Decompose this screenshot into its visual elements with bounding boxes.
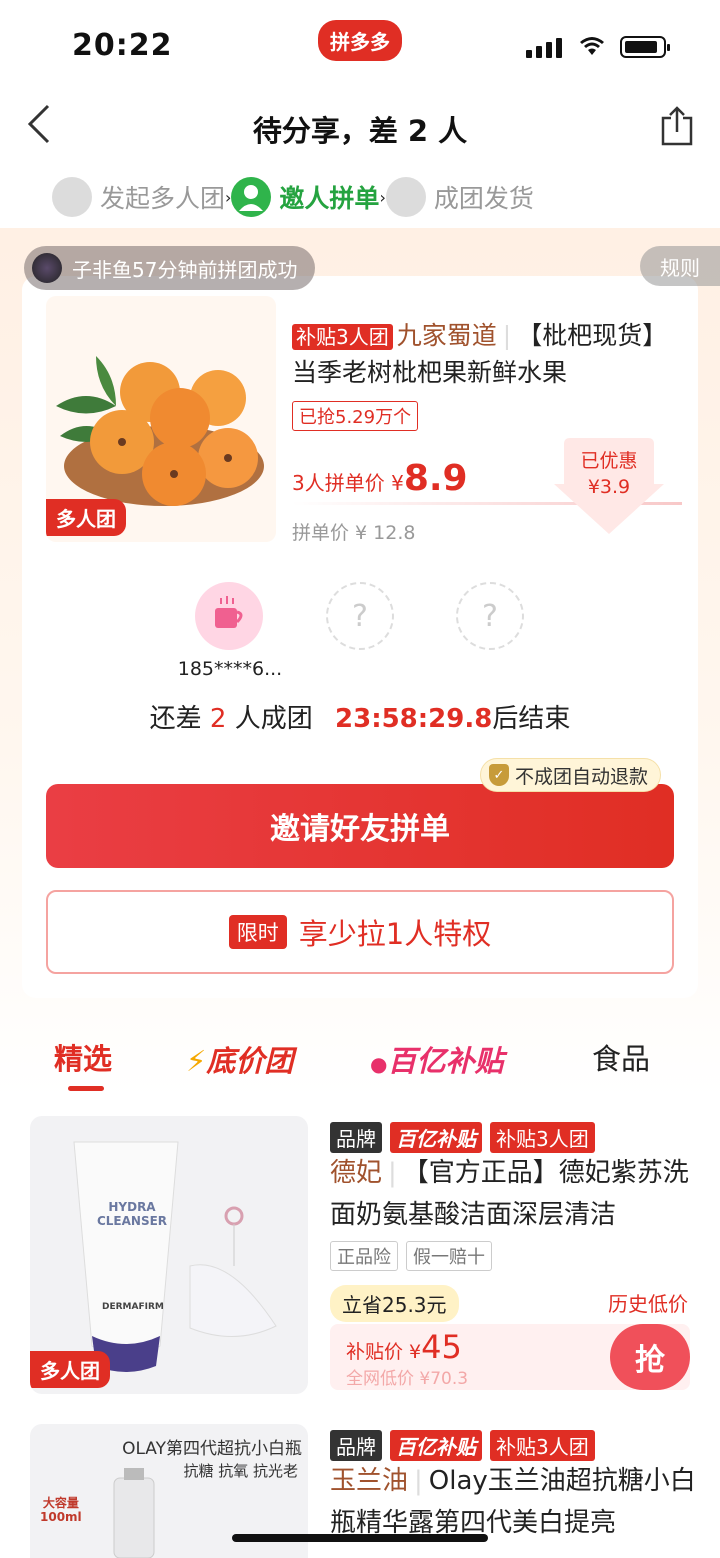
subsidy-tag: 百亿补贴 (390, 1122, 482, 1153)
saved-label: 已优惠 (580, 450, 638, 472)
privilege-button[interactable]: 限时 享少拉1人特权 (46, 890, 674, 974)
tab-featured[interactable]: 精选 (54, 1036, 112, 1078)
tab-label: 底价团 (206, 1044, 294, 1078)
item-badges: 正品险 假一赔十 (330, 1241, 492, 1271)
product-title[interactable]: 补贴3人团 九家蜀道 | 【枇杷现货】当季老树枇杷果新鲜水果 (292, 318, 672, 391)
tab-subsidy[interactable]: ●百亿补贴 (370, 1038, 503, 1080)
top-nav: 待分享，差 2 人 (0, 96, 720, 162)
remain-end: 后结束 (492, 704, 571, 734)
image-text: DERMAFIRM (102, 1302, 164, 1312)
tab-floor-price[interactable]: ⚡底价团 (186, 1038, 293, 1080)
share-icon (661, 106, 693, 146)
status-bar: 20:22 拼多多 (0, 0, 720, 90)
item-brand: 德妃 (330, 1158, 383, 1188)
subsidy-tag: 百亿补贴 (390, 1430, 482, 1461)
member-name: 185****6... (177, 658, 283, 680)
step-label: 邀人拼单 (279, 184, 380, 213)
share-button[interactable] (660, 106, 694, 146)
group-price-label: 3人拼单价 ¥ (292, 471, 404, 495)
step-ship: 成团发货 (385, 177, 534, 217)
group-tag: 补贴3人团 (490, 1122, 595, 1153)
remain-status: 还差 2 人成团 23:58:29.8后结束 (0, 698, 720, 735)
image-text: HYDRA (108, 1200, 156, 1214)
category-tabs: 精选 ⚡底价团 ●百亿补贴 食品 (0, 1028, 720, 1092)
brand-tag: 品牌 (330, 1122, 382, 1153)
group-price: 3人拼单价 ¥8.9 (292, 458, 468, 499)
tab-food[interactable]: 食品 (592, 1036, 650, 1078)
item-title[interactable]: 玉兰油 | Olay玉兰油超抗糖小白瓶精华露第四代美白提亮 (330, 1460, 700, 1544)
rules-button[interactable]: 规则 (640, 246, 720, 286)
badge: 正品险 (330, 1241, 398, 1271)
item-brand: 玉兰油 (330, 1466, 409, 1496)
home-indicator (232, 1534, 488, 1542)
cellular-signal-icon (526, 38, 562, 58)
low-price-tip: 历史低价 (608, 1292, 688, 1316)
step-label: 成团发货 (433, 184, 534, 213)
divider: | (502, 321, 512, 350)
item-title[interactable]: 德妃 | 【官方正品】德妃紫苏洗面奶氨基酸洁面深层清洁 (330, 1152, 700, 1236)
remain-suffix: 人成团 (234, 704, 313, 734)
market-price: 全网低价 ¥70.3 (346, 1369, 469, 1389)
shop-name: 九家蜀道 (396, 321, 497, 350)
avatar (32, 253, 62, 283)
save-chip: 立省25.3元 (330, 1285, 459, 1322)
lightning-icon: ⚡ (186, 1044, 207, 1078)
product-image[interactable]: 多人团 (46, 296, 276, 542)
group-members: ? ? 185****6... (0, 582, 720, 682)
saved-amount: ¥3.9 (587, 476, 631, 498)
step-start: 发起多人团 (52, 177, 225, 217)
group-steps: 发起多人团 › 邀人拼单 › 成团发货 (52, 172, 692, 222)
brand-tag: 品牌 (330, 1430, 382, 1461)
step-label: 发起多人团 (100, 184, 226, 213)
sold-count: 已抢5.29万个 (292, 401, 419, 431)
clock: 20:22 (72, 28, 173, 63)
item-tags: 品牌 百亿补贴 补贴3人团 (330, 1122, 595, 1153)
subsidy-tag: 补贴3人团 (292, 324, 393, 350)
refund-badge: ✓ 不成团自动退款 (480, 758, 662, 792)
group-price-value: 8.9 (403, 458, 468, 499)
shield-icon: ✓ (489, 764, 509, 786)
subsidy-price: 补贴价 ¥45 (346, 1328, 462, 1366)
badge: 假一赔十 (406, 1241, 492, 1271)
refund-label: 不成团自动退款 (515, 765, 649, 788)
success-notice-text: 子非鱼57分钟前拼团成功 (72, 257, 298, 282)
empty-slot[interactable]: ? (456, 582, 524, 650)
step-invite: 邀人拼单 (231, 177, 379, 217)
privilege-label: 享少拉1人特权 (298, 917, 492, 951)
empty-slot[interactable]: ? (326, 582, 394, 650)
battery-icon (620, 36, 670, 58)
member-avatar (195, 582, 263, 650)
item-tags: 品牌 百亿补贴 补贴3人团 (330, 1430, 595, 1461)
countdown-timer: 23:58:29.8 (335, 704, 493, 734)
multi-group-tag: 多人团 (46, 499, 126, 536)
grab-button[interactable]: 抢 (610, 1324, 690, 1390)
group-tag: 补贴3人团 (490, 1430, 595, 1461)
tab-underline (68, 1086, 104, 1091)
price-value: 45 (421, 1328, 462, 1366)
item-name: 【官方正品】德妃紫苏洗面奶氨基酸洁面深层清洁 (330, 1158, 689, 1230)
cup-icon (215, 596, 243, 628)
user-icon (231, 177, 272, 217)
box-icon (385, 177, 426, 217)
tab-label: 百亿补贴 (387, 1044, 504, 1078)
remain-prefix: 还差 (149, 704, 202, 734)
saved-badge: 已优惠 ¥3.9 (554, 438, 664, 534)
price-label: 补贴价 ¥ (346, 1341, 422, 1363)
group-icon (52, 177, 92, 217)
wifi-icon (578, 34, 606, 64)
single-price: 拼单价 ¥ 12.8 (292, 522, 416, 544)
money-bag-icon: ● (370, 1052, 388, 1076)
success-notice: 子非鱼57分钟前拼团成功 (24, 246, 316, 290)
limited-tag: 限时 (228, 915, 287, 949)
product-image[interactable]: HYDRA CLEANSER DERMAFIRM 多人团 (30, 1116, 308, 1394)
multi-group-tag: 多人团 (30, 1351, 110, 1388)
app-badge: 拼多多 (318, 20, 402, 61)
page-title: 待分享，差 2 人 (252, 114, 468, 148)
remain-count: 2 (209, 704, 227, 734)
image-text: CLEANSER (96, 1214, 168, 1228)
invite-friends-button[interactable]: 邀请好友拼单 (46, 784, 674, 868)
